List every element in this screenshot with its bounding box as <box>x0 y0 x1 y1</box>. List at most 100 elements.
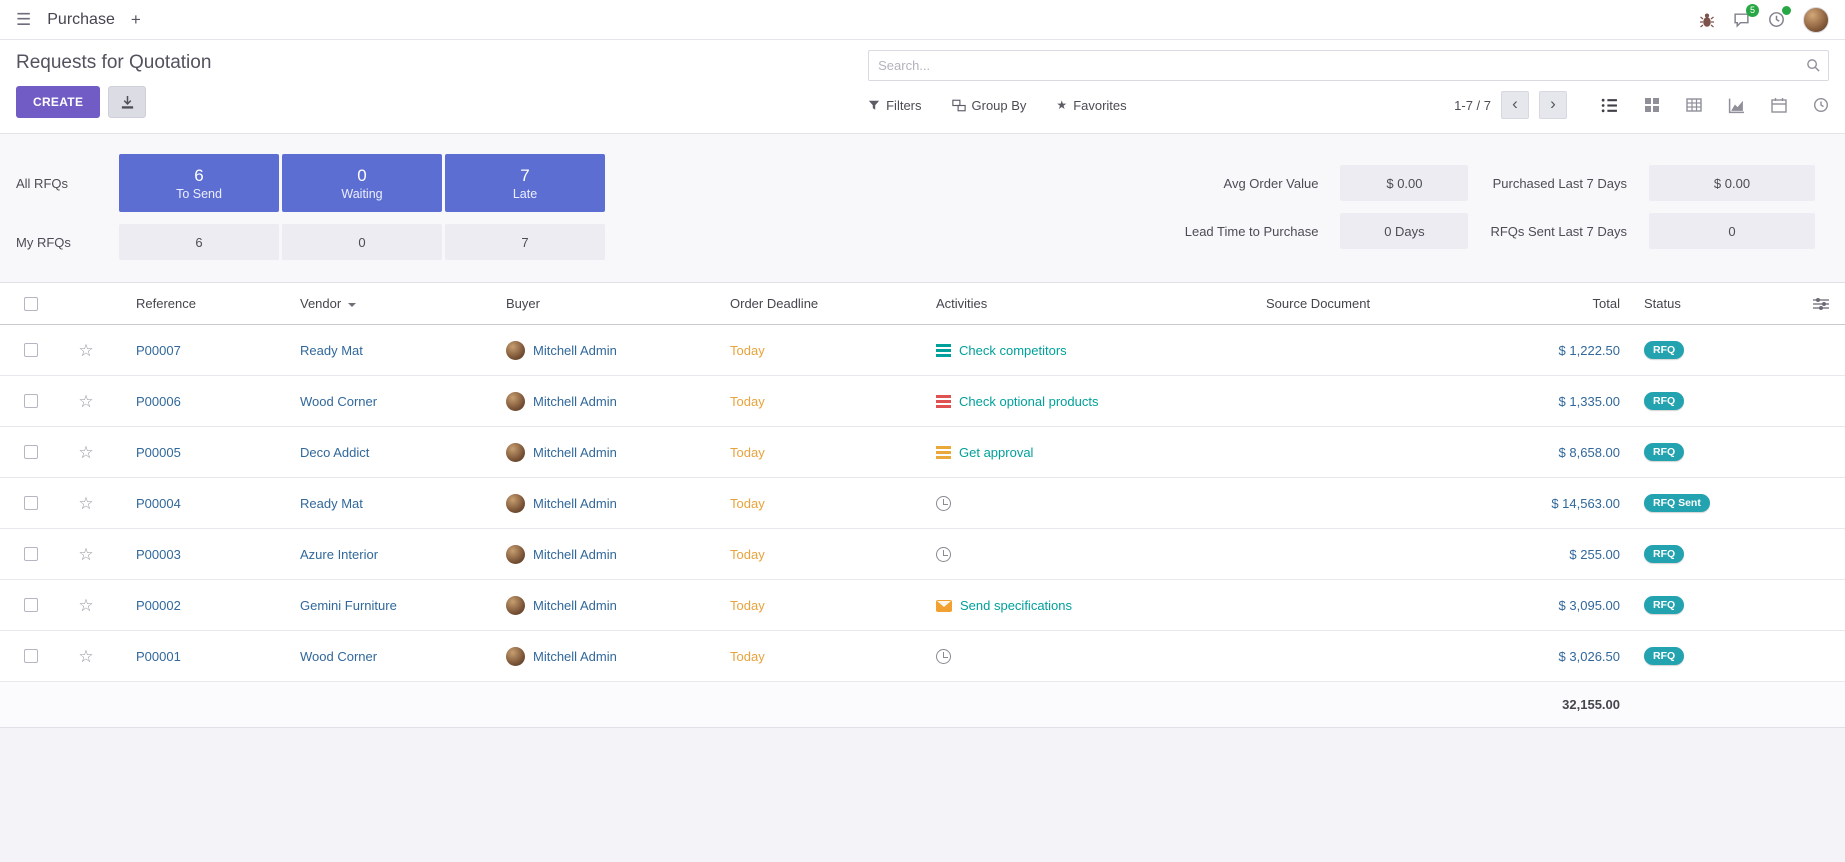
table-row[interactable]: ☆ P00003 Azure Interior Mitchell Admin T… <box>0 529 1845 580</box>
activity-cell[interactable]: Send specifications <box>936 580 1236 630</box>
reference-link[interactable]: P00004 <box>136 496 181 511</box>
row-checkbox[interactable] <box>24 547 38 561</box>
table-row[interactable]: ☆ P00006 Wood Corner Mitchell Admin Toda… <box>0 376 1845 427</box>
view-activity-button[interactable] <box>1813 97 1829 113</box>
filters-button[interactable]: Filters <box>868 98 921 113</box>
activity-cell[interactable] <box>936 631 1236 681</box>
activity-cell[interactable]: Get approval <box>936 427 1236 477</box>
pager-next-button[interactable]: › <box>1539 91 1567 119</box>
buyer-link[interactable]: Mitchell Admin <box>533 496 617 511</box>
my-rfqs-late[interactable]: 7 <box>445 224 605 260</box>
activity-cell[interactable]: Check competitors <box>936 325 1236 375</box>
reference-link[interactable]: P00002 <box>136 598 181 613</box>
view-pivot-button[interactable] <box>1686 97 1702 113</box>
rfq-card-to-send[interactable]: 6 To Send <box>119 154 279 212</box>
header-vendor[interactable]: Vendor <box>300 283 506 324</box>
clock-icon[interactable] <box>936 496 951 511</box>
view-kanban-button[interactable] <box>1644 97 1660 113</box>
reference-link[interactable]: P00007 <box>136 343 181 358</box>
table-row[interactable]: ☆ P00005 Deco Addict Mitchell Admin Toda… <box>0 427 1845 478</box>
reference-link[interactable]: P00006 <box>136 394 181 409</box>
activity-cell[interactable] <box>936 478 1236 528</box>
activity-summary[interactable]: Check optional products <box>959 394 1098 409</box>
apps-menu-icon[interactable]: ☰ <box>16 10 31 30</box>
activity-summary[interactable]: Check competitors <box>959 343 1067 358</box>
table-row[interactable]: ☆ P00007 Ready Mat Mitchell Admin Today … <box>0 325 1845 376</box>
optional-columns-icon[interactable] <box>1813 297 1829 311</box>
buyer-link[interactable]: Mitchell Admin <box>533 394 617 409</box>
header-buyer[interactable]: Buyer <box>506 283 730 324</box>
vendor-link[interactable]: Wood Corner <box>300 394 377 409</box>
rfq-card-waiting[interactable]: 0 Waiting <box>282 154 442 212</box>
debug-bug-icon[interactable] <box>1699 12 1715 28</box>
select-all-checkbox[interactable] <box>24 297 38 311</box>
vendor-link[interactable]: Deco Addict <box>300 445 369 460</box>
row-checkbox[interactable] <box>24 445 38 459</box>
group-by-button[interactable]: Group By <box>952 98 1027 113</box>
buyer-link[interactable]: Mitchell Admin <box>533 343 617 358</box>
create-button[interactable]: CREATE <box>16 86 100 118</box>
row-checkbox[interactable] <box>24 649 38 663</box>
header-order-deadline[interactable]: Order Deadline <box>730 283 936 324</box>
buyer-link[interactable]: Mitchell Admin <box>533 649 617 664</box>
pager-previous-button[interactable]: ‹ <box>1501 91 1529 119</box>
plus-button[interactable]: + <box>131 10 141 30</box>
clock-icon[interactable] <box>936 547 951 562</box>
activity-summary[interactable]: Send specifications <box>960 598 1072 613</box>
activity-cell[interactable] <box>936 529 1236 579</box>
activity-cell[interactable]: Check optional products <box>936 376 1236 426</box>
app-name[interactable]: Purchase <box>47 11 115 29</box>
reference-link[interactable]: P00001 <box>136 649 181 664</box>
messages-icon[interactable]: 5 <box>1733 11 1750 28</box>
favorite-toggle[interactable]: ☆ <box>62 376 110 426</box>
favorite-toggle[interactable]: ☆ <box>62 631 110 681</box>
row-checkbox[interactable] <box>24 343 38 357</box>
my-rfqs-to-send[interactable]: 6 <box>119 224 279 260</box>
row-checkbox[interactable] <box>24 598 38 612</box>
envelope-icon[interactable] <box>936 600 952 612</box>
header-activities[interactable]: Activities <box>936 283 1236 324</box>
export-button[interactable] <box>108 86 146 118</box>
buyer-link[interactable]: Mitchell Admin <box>533 598 617 613</box>
activity-summary[interactable]: Get approval <box>959 445 1033 460</box>
header-source-document[interactable]: Source Document <box>1236 283 1445 324</box>
buyer-link[interactable]: Mitchell Admin <box>533 547 617 562</box>
favorite-toggle[interactable]: ☆ <box>62 478 110 528</box>
buyer-link[interactable]: Mitchell Admin <box>533 445 617 460</box>
pager-range[interactable]: 1-7 / 7 <box>1454 98 1491 113</box>
vendor-link[interactable]: Ready Mat <box>300 496 363 511</box>
order-deadline: Today <box>730 394 765 409</box>
header-reference[interactable]: Reference <box>110 283 300 324</box>
vendor-link[interactable]: Wood Corner <box>300 649 377 664</box>
tasks-icon[interactable] <box>936 343 951 358</box>
vendor-link[interactable]: Ready Mat <box>300 343 363 358</box>
tasks-icon[interactable] <box>936 445 951 460</box>
favorites-button[interactable]: ★ Favorites <box>1056 98 1126 113</box>
header-status[interactable]: Status <box>1630 283 1760 324</box>
favorite-toggle[interactable]: ☆ <box>62 325 110 375</box>
table-row[interactable]: ☆ P00004 Ready Mat Mitchell Admin Today … <box>0 478 1845 529</box>
search-input[interactable] <box>868 50 1829 81</box>
vendor-link[interactable]: Gemini Furniture <box>300 598 397 613</box>
header-total[interactable]: Total <box>1445 283 1630 324</box>
table-row[interactable]: ☆ P00002 Gemini Furniture Mitchell Admin… <box>0 580 1845 631</box>
view-calendar-button[interactable] <box>1771 97 1787 113</box>
row-checkbox[interactable] <box>24 496 38 510</box>
my-rfqs-waiting[interactable]: 0 <box>282 224 442 260</box>
clock-icon[interactable] <box>936 649 951 664</box>
rfq-card-late[interactable]: 7 Late <box>445 154 605 212</box>
table-row[interactable]: ☆ P00001 Wood Corner Mitchell Admin Toda… <box>0 631 1845 682</box>
view-list-button[interactable] <box>1601 97 1618 114</box>
row-checkbox[interactable] <box>24 394 38 408</box>
favorite-toggle[interactable]: ☆ <box>62 427 110 477</box>
reference-link[interactable]: P00003 <box>136 547 181 562</box>
favorite-toggle[interactable]: ☆ <box>62 529 110 579</box>
activities-clock-icon[interactable] <box>1768 11 1785 28</box>
vendor-link[interactable]: Azure Interior <box>300 547 378 562</box>
reference-link[interactable]: P00005 <box>136 445 181 460</box>
search-icon[interactable] <box>1806 58 1821 73</box>
tasks-icon[interactable] <box>936 394 951 409</box>
user-avatar[interactable] <box>1803 7 1829 33</box>
view-graph-button[interactable] <box>1728 97 1745 114</box>
favorite-toggle[interactable]: ☆ <box>62 580 110 630</box>
